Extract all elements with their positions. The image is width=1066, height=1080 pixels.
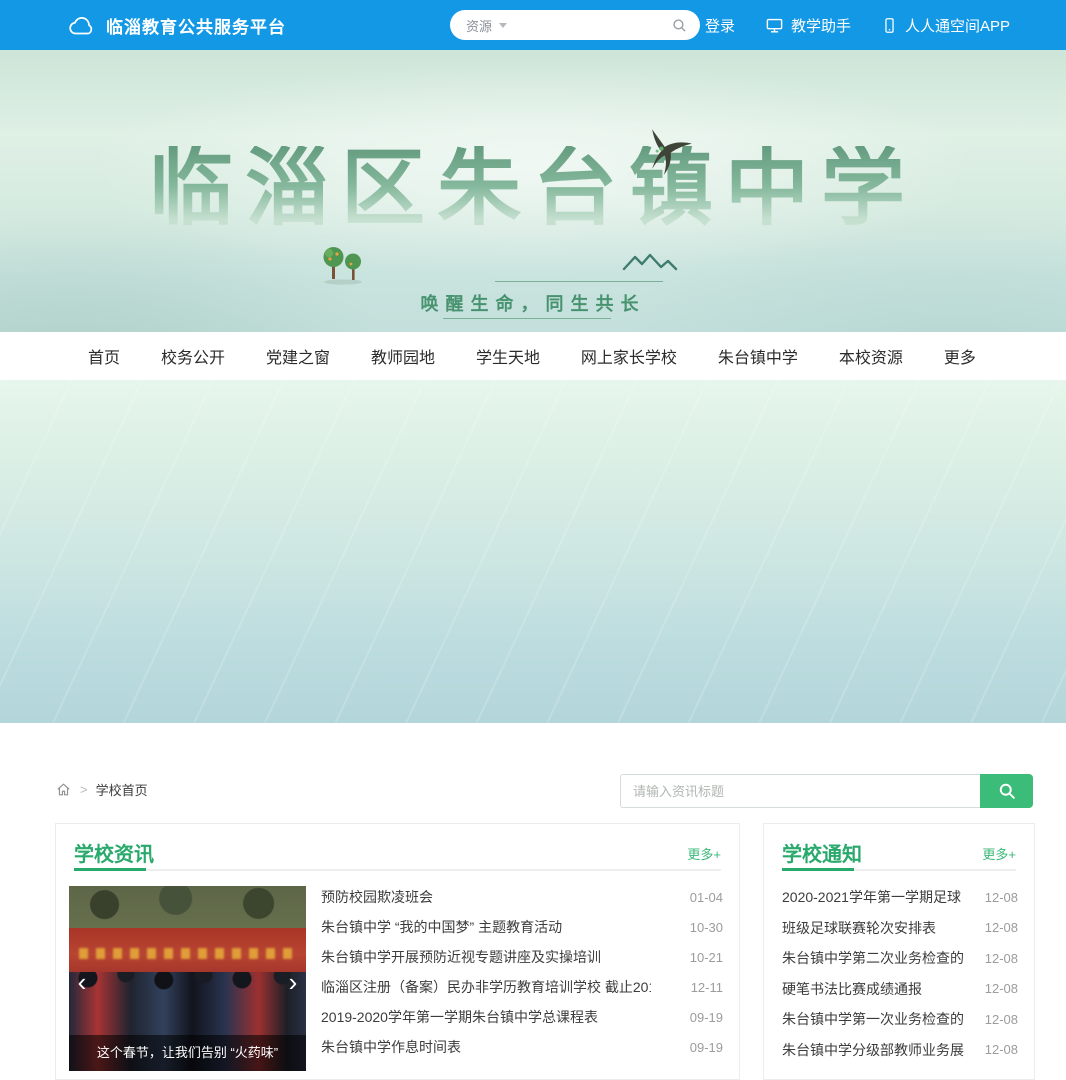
search-icon[interactable] xyxy=(671,17,688,34)
breadcrumb-current: 学校首页 xyxy=(96,780,148,799)
banner-slogan: 唤醒生命，同生共长 xyxy=(0,290,1066,316)
news-item[interactable]: 朱台镇中学作息时间表 09-19 xyxy=(321,1032,723,1062)
notice-item[interactable]: 硬笔书法比赛成绩通报 12-08 xyxy=(782,974,1018,1005)
news-item[interactable]: 朱台镇中学 “我的中国梦” 主题教育活动 10-30 xyxy=(321,912,723,942)
monitor-icon xyxy=(765,16,784,35)
news-panel-title: 学校资讯 xyxy=(74,838,154,867)
login-link[interactable]: 登录 xyxy=(705,15,735,36)
nav-item-teacher-garden[interactable]: 教师园地 xyxy=(371,344,435,368)
notice-item-date: 12-08 xyxy=(985,920,1018,935)
news-search-input[interactable] xyxy=(620,774,980,808)
carousel-caption[interactable]: 这个春节，让我们告别 “火药味” xyxy=(69,1035,306,1071)
notice-item-date: 12-08 xyxy=(985,981,1018,996)
news-item-date: 09-19 xyxy=(690,1040,723,1055)
topbar-search[interactable]: 资源 xyxy=(450,10,700,40)
app-label: 人人通空间APP xyxy=(905,15,1010,36)
chevron-down-icon xyxy=(499,23,507,28)
carousel-photo-banner xyxy=(69,928,306,976)
notice-panel-divider xyxy=(782,869,1016,871)
news-item-date: 10-21 xyxy=(690,950,723,965)
notice-item-title: 硬笔书法比赛成绩通报 xyxy=(782,979,922,999)
news-list: 预防校园欺凌班会 01-04 朱台镇中学 “我的中国梦” 主题教育活动 10-3… xyxy=(321,882,723,1062)
home-icon[interactable] xyxy=(55,781,72,798)
slogan-rule-bottom xyxy=(443,318,611,319)
brand-title: 临淄教育公共服务平台 xyxy=(106,13,286,38)
school-news-panel: 学校资讯 更多+ ‹ › 这个春节，让我们告别 “火药味” 预防校园欺凌班会 0… xyxy=(55,823,740,1080)
content-area: > 学校首页 学校资讯 更多+ ‹ › 这个春节，让我们告别 “火药味” xyxy=(0,380,1066,723)
nav-item-parent-school[interactable]: 网上家长学校 xyxy=(581,344,677,368)
notice-item[interactable]: 班级足球联赛轮次安排表 12-08 xyxy=(782,913,1018,944)
carousel-prev-arrow[interactable]: ‹ xyxy=(73,968,91,998)
teaching-assistant-label: 教学助手 xyxy=(791,15,851,36)
news-item-title: 朱台镇中学作息时间表 xyxy=(321,1037,461,1057)
notice-list: 2020-2021学年第一学期足球 12-08 班级足球联赛轮次安排表 12-0… xyxy=(782,882,1018,1065)
teaching-assistant-link[interactable]: 教学助手 xyxy=(765,15,851,36)
notice-item[interactable]: 2020-2021学年第一学期足球 12-08 xyxy=(782,882,1018,913)
notice-item-title: 2020-2021学年第一学期足球 xyxy=(782,887,961,907)
notice-item[interactable]: 朱台镇中学第一次业务检查的 12-08 xyxy=(782,1004,1018,1035)
news-item-date: 10-30 xyxy=(690,920,723,935)
notice-panel-title: 学校通知 xyxy=(782,838,862,867)
banner-school-name: 临淄区朱台镇中学 xyxy=(0,146,1066,230)
main-nav: 首页 校务公开 党建之窗 教师园地 学生天地 网上家长学校 朱台镇中学 本校资源… xyxy=(0,332,1066,380)
notice-more-link[interactable]: 更多+ xyxy=(982,844,1016,863)
cloud-icon xyxy=(68,14,96,36)
news-item[interactable]: 预防校园欺凌班会 01-04 xyxy=(321,882,723,912)
notice-item-title: 朱台镇中学分级部教师业务展 xyxy=(782,1040,964,1060)
news-item-title: 2019-2020学年第一学期朱台镇中学总课程表 xyxy=(321,1007,598,1027)
breadcrumb: > 学校首页 xyxy=(55,780,148,799)
news-item-date: 12-11 xyxy=(691,980,723,995)
notice-item[interactable]: 朱台镇中学第二次业务检查的 12-08 xyxy=(782,943,1018,974)
brand[interactable]: 临淄教育公共服务平台 xyxy=(68,13,286,38)
news-item-title: 临淄区注册（备案）民办非学历教育培训学校 截止2019 xyxy=(321,977,651,997)
news-item[interactable]: 临淄区注册（备案）民办非学历教育培训学校 截止2019 12-11 xyxy=(321,972,723,1002)
nav-item-school-resources[interactable]: 本校资源 xyxy=(839,344,903,368)
mountains-decoration xyxy=(622,253,678,271)
news-item-title: 预防校园欺凌班会 xyxy=(321,887,433,907)
notice-item-date: 12-08 xyxy=(985,951,1018,966)
news-item[interactable]: 朱台镇中学开展预防近视专题讲座及实操培训 10-21 xyxy=(321,942,723,972)
news-item-date: 09-19 xyxy=(690,1010,723,1025)
notice-item-title: 朱台镇中学第一次业务检查的 xyxy=(782,1009,964,1029)
nav-item-home[interactable]: 首页 xyxy=(88,344,120,368)
breadcrumb-separator: > xyxy=(80,782,88,797)
notice-item[interactable]: 朱台镇中学分级部教师业务展 12-08 xyxy=(782,1035,1018,1066)
notice-item-date: 12-08 xyxy=(985,890,1018,905)
nav-item-school-affairs[interactable]: 校务公开 xyxy=(161,344,225,368)
nav-item-student-world[interactable]: 学生天地 xyxy=(476,344,540,368)
news-panel-divider xyxy=(74,869,721,871)
nav-item-more[interactable]: 更多 xyxy=(944,344,976,368)
nav-item-party-building[interactable]: 党建之窗 xyxy=(266,344,330,368)
login-label: 登录 xyxy=(705,15,735,36)
notice-item-date: 12-08 xyxy=(985,1012,1018,1027)
phone-icon xyxy=(881,16,898,35)
topbar: 临淄教育公共服务平台 资源 登录 教学助手 人人通空间APP xyxy=(0,0,1066,50)
search-icon xyxy=(997,781,1017,801)
news-item-date: 01-04 xyxy=(690,890,723,905)
news-item-title: 朱台镇中学 “我的中国梦” 主题教育活动 xyxy=(321,917,562,937)
news-item-title: 朱台镇中学开展预防近视专题讲座及实操培训 xyxy=(321,947,601,967)
school-notice-panel: 学校通知 更多+ 2020-2021学年第一学期足球 12-08 班级足球联赛轮… xyxy=(763,823,1035,1080)
notice-item-date: 12-08 xyxy=(985,1042,1018,1057)
news-search-button[interactable] xyxy=(980,774,1033,808)
notice-item-title: 朱台镇中学第二次业务检查的 xyxy=(782,948,964,968)
swallow-icon xyxy=(642,126,696,178)
news-item[interactable]: 2019-2020学年第一学期朱台镇中学总课程表 09-19 xyxy=(321,1002,723,1032)
notice-item-title: 班级足球联赛轮次安排表 xyxy=(782,918,936,938)
slogan-rule-top xyxy=(495,281,663,282)
carousel-next-arrow[interactable]: › xyxy=(284,968,302,998)
search-scope-select[interactable]: 资源 xyxy=(466,16,492,35)
app-link[interactable]: 人人通空间APP xyxy=(881,15,1010,36)
nav-item-zhutai-school[interactable]: 朱台镇中学 xyxy=(718,344,798,368)
news-more-link[interactable]: 更多+ xyxy=(687,844,721,863)
school-banner: 临淄区朱台镇中学 唤醒生命，同生共长 xyxy=(0,50,1066,332)
news-carousel[interactable]: ‹ › 这个春节，让我们告别 “火药味” xyxy=(69,886,306,1071)
